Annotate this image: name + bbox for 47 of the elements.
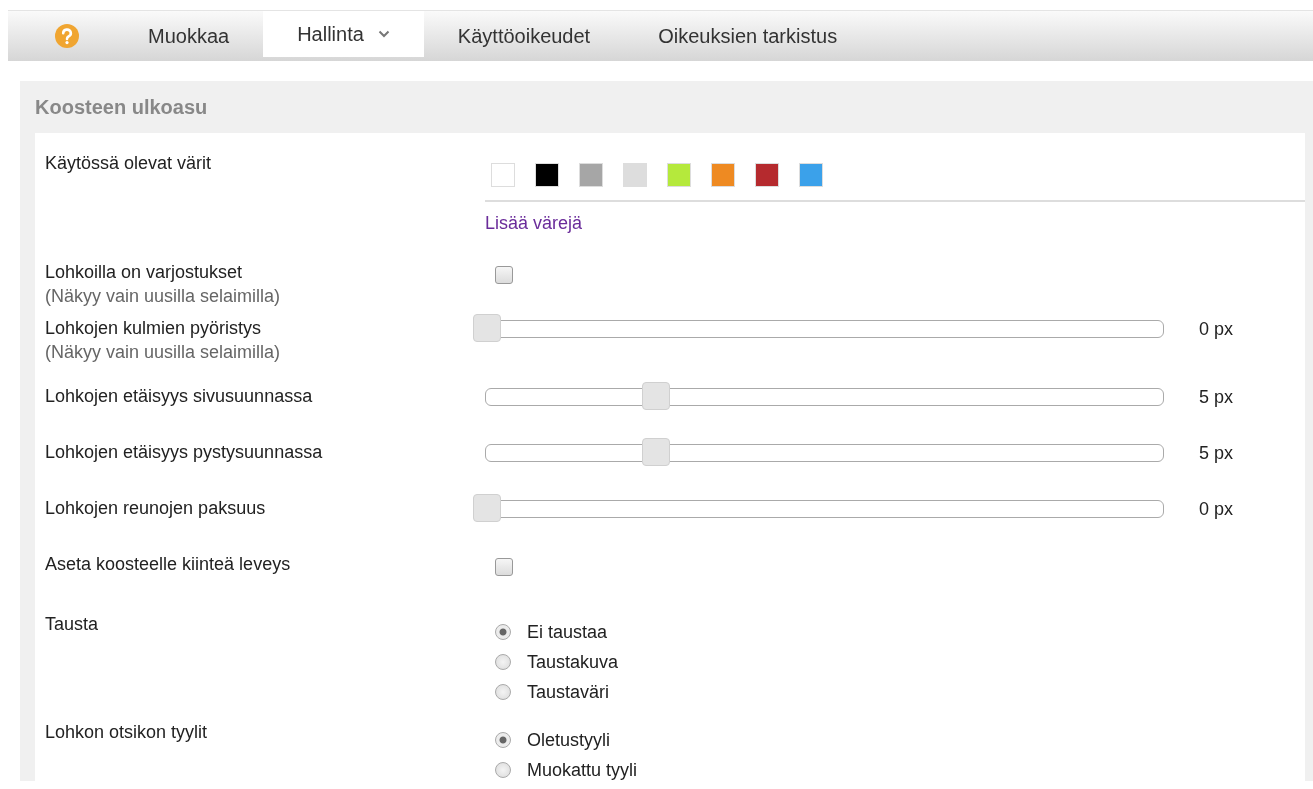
radio-button[interactable] [495, 732, 511, 748]
slider-thumb[interactable] [642, 382, 671, 410]
setting-label: Aseta koosteelle kiinteä leveys [45, 553, 292, 576]
radio-button[interactable] [495, 762, 511, 778]
radio-label[interactable]: Taustaväri [527, 681, 610, 703]
setting-label: Lohkojen etäisyys pystysuunnassa [45, 441, 324, 464]
setting-note: (Näkyy vain uusilla selaimilla) [45, 341, 282, 364]
setting-note: (Näkyy vain uusilla selaimilla) [45, 285, 282, 308]
radio-button[interactable] [495, 654, 511, 670]
slider-value: 5 px [1199, 386, 1234, 408]
slider-thumb[interactable] [473, 494, 501, 522]
color-swatch[interactable] [711, 163, 735, 187]
radio-label[interactable]: Muokattu tyyli [527, 759, 638, 781]
slider-value: 0 px [1199, 498, 1234, 520]
color-swatch[interactable] [667, 163, 691, 187]
radio-button[interactable] [495, 684, 511, 700]
checkbox[interactable] [495, 266, 513, 284]
slider-value: 0 px [1199, 318, 1234, 340]
panel-title: Koosteen ulkoasu [35, 95, 209, 120]
setting-label: Lohkoilla on varjostukset [45, 261, 244, 284]
color-swatch[interactable] [491, 163, 515, 187]
radio-label[interactable]: Oletustyyli [527, 729, 611, 751]
color-swatch[interactable] [535, 163, 559, 187]
slider-thumb[interactable] [473, 314, 501, 342]
setting-label: Käytössä olevat värit [45, 152, 213, 175]
color-swatch[interactable] [755, 163, 779, 187]
menu-tab[interactable]: Muokkaa [114, 11, 264, 61]
setting-label: Lohkon otsikon tyylit [45, 721, 209, 744]
setting-label: Lohkojen reunojen paksuus [45, 497, 267, 520]
color-swatch[interactable] [799, 163, 823, 187]
radio-button[interactable] [495, 624, 511, 640]
radio-label[interactable]: Ei taustaa [527, 621, 608, 643]
menu-tab[interactable]: Hallinta [263, 11, 424, 57]
slider-thumb[interactable] [642, 438, 671, 466]
menu-tab[interactable]: Oikeuksien tarkistus [624, 11, 872, 61]
setting-label: Lohkojen kulmien pyöristys [45, 317, 263, 340]
setting-label: Tausta [45, 613, 100, 636]
setting-label: Lohkojen etäisyys sivusuunnassa [45, 385, 314, 408]
checkbox[interactable] [495, 558, 513, 576]
chevron-down-icon [377, 30, 390, 38]
radio-label[interactable]: Taustakuva [527, 651, 619, 673]
slider-value: 5 px [1199, 442, 1234, 464]
add-colors-link[interactable]: Lisää värejä [485, 212, 1305, 234]
color-swatch[interactable] [623, 163, 647, 187]
menu-tab[interactable]: Käyttöoikeudet [423, 11, 625, 61]
color-swatch[interactable] [579, 163, 603, 187]
help-icon [54, 23, 80, 49]
